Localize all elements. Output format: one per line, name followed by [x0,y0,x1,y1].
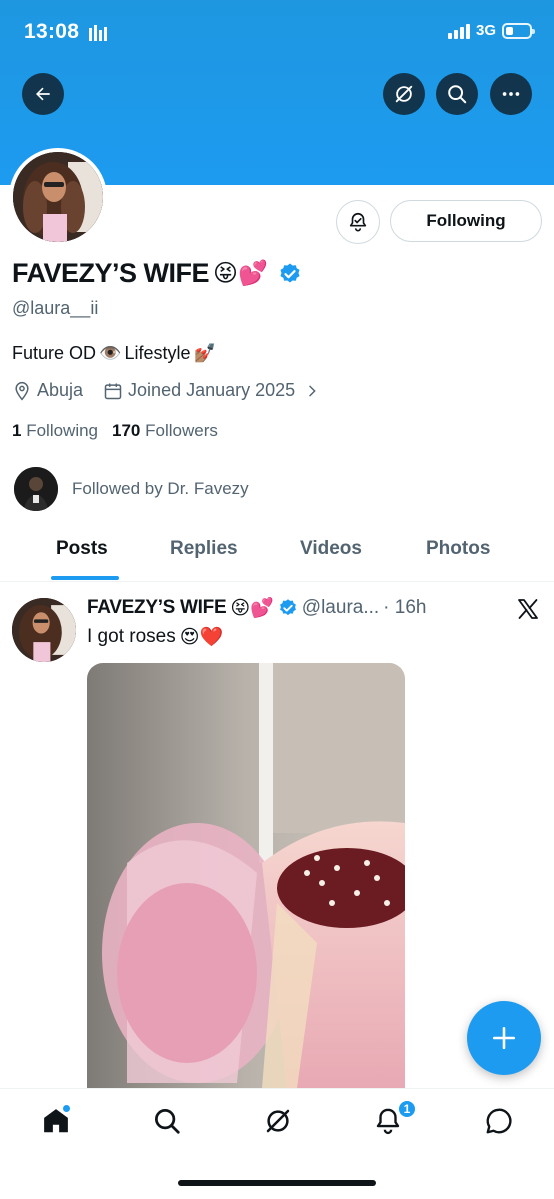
search-icon [155,1109,180,1134]
display-name: FAVEZY’S WIFE 😝💕 [12,258,302,289]
grok-button[interactable] [383,73,425,115]
chevron-right-icon [309,385,316,396]
bio-emoji-2: 💅🏽 [193,343,216,363]
post-text-emojis: 😍❤️ [179,627,224,648]
messages-icon [486,1108,512,1134]
follower-avatar-image [14,467,58,511]
post-image-photo [87,663,405,1088]
display-name-text: FAVEZY’S WIFE [12,258,210,288]
home-indicator [178,1180,376,1186]
followers-count-link[interactable]: 170 Followers [112,421,218,441]
search-icon [448,85,467,104]
following-count-link[interactable]: 1 Following [12,421,98,441]
post-author-emojis: 😝💕 [230,598,274,619]
post-text: I got roses 😍❤️ [87,625,223,649]
post-avatar[interactable] [12,598,76,662]
status-time: 13:08 [24,20,80,43]
post-avatar-image [12,598,76,662]
post-header: FAVEZY’S WIFE 😝💕 @laura... · 16h [87,596,426,620]
joined-date[interactable]: Joined January 2025 [103,380,320,401]
tab-videos[interactable]: Videos [300,538,362,560]
profile-handle: @laura__ii [12,298,99,318]
profile-tabs: Posts Replies Videos Photos [0,528,554,582]
nav-grok[interactable] [262,1105,294,1137]
followed-by[interactable]: Followed by Dr. Favezy [14,467,249,511]
joined-text: Joined January 2025 [128,380,296,400]
post-author-handle: @laura... [301,597,380,618]
nav-search[interactable] [151,1105,183,1137]
back-arrow-icon [36,87,50,101]
notification-settings-icon [349,212,367,232]
tab-photos[interactable]: Photos [426,538,490,560]
avatar-image [13,152,103,242]
verified-badge-icon [279,599,296,616]
notifications-badge: 1 [397,1099,417,1119]
nav-messages[interactable] [483,1105,515,1137]
tab-replies[interactable]: Replies [170,538,238,560]
compose-button[interactable] [467,1001,541,1075]
notification-settings-button[interactable] [336,200,380,244]
battery-fill [506,26,513,35]
more-icon [502,92,520,96]
status-bar: 13:08 3G [0,0,554,64]
location-text: Abuja [37,380,84,400]
tab-posts[interactable]: Posts [56,538,108,560]
back-button[interactable] [22,73,64,115]
x-logo-icon [518,599,538,619]
active-tab-indicator [51,576,119,580]
following-button[interactable]: Following [390,200,542,242]
calendar-icon [104,383,122,399]
post-author-name[interactable]: FAVEZY’S WIFE [87,597,227,619]
signal-icon [447,23,470,39]
profile-meta: Abuja Joined January 2025 [12,380,320,401]
following-label: Following [26,421,99,440]
verified-badge-icon [280,263,300,282]
post-image[interactable] [87,663,405,1088]
search-button[interactable] [436,73,478,115]
status-right: 3G [447,22,535,39]
profile-bio: Future OD 👁️ Lifestyle 💅🏽 [12,343,216,364]
grok-icon [395,85,413,103]
follower-avatar [14,467,58,511]
followers-count: 170 [112,421,141,440]
home-unread-dot [63,1105,70,1112]
bio-emoji-1: 👁️ [99,343,122,363]
bio-text-1: Future OD [12,343,97,363]
following-count: 1 [12,421,22,440]
location-icon [15,381,29,400]
post-time: · 16h [383,597,427,618]
network-type: 3G [475,22,496,39]
more-button[interactable] [490,73,532,115]
post-text-content: I got roses [87,626,176,647]
post[interactable]: FAVEZY’S WIFE 😝💕 @laura... · 16h I got r… [0,583,554,1088]
bio-text-2: Lifestyle [124,343,191,363]
followers-label: Followers [145,421,218,440]
display-name-emojis: 😝💕 [213,260,268,287]
followed-by-text: Followed by Dr. Favezy [72,479,249,498]
battery-icon [502,22,535,39]
grok-icon [266,1109,290,1133]
follow-counts: 1 Following 170 Followers [12,421,218,441]
screen-record-icon [89,25,107,41]
profile-avatar[interactable] [9,148,107,246]
location: Abuja [12,380,83,401]
compose-plus-icon [492,1026,516,1050]
